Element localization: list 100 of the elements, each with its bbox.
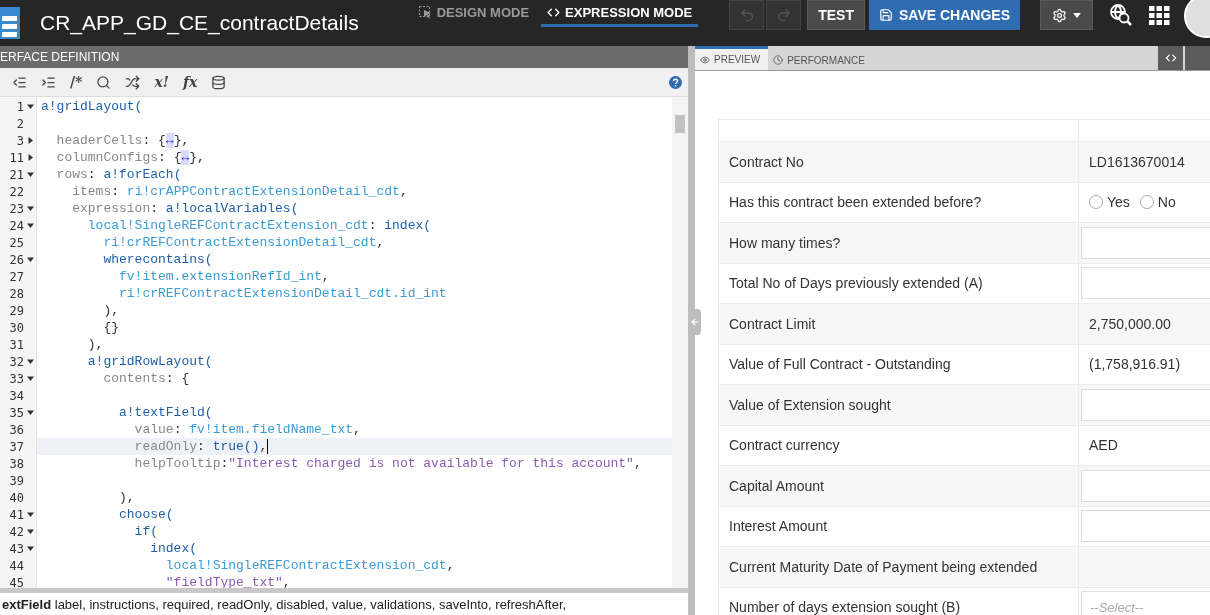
line-number: 44 [9,558,24,573]
line-number: 33 [9,371,24,386]
line-number: 23 [9,201,24,216]
mode-tab[interactable]: DESIGN MODE [412,0,536,27]
function-button[interactable]: fx [182,74,198,90]
settings-icon [1052,7,1067,23]
radio-button[interactable] [1089,195,1103,210]
line-number: 42 [9,524,24,539]
radio-option[interactable]: No [1139,194,1176,211]
fold-arrow-icon[interactable] [27,205,34,212]
input-field[interactable] [1081,510,1210,543]
undo-icon [738,7,755,23]
line-number: 21 [9,167,24,182]
code-line: fv!item.extensionRefId_int, [118,269,330,284]
code-line: helpTooltip:"Interest charged is not available for this account", [133,456,642,471]
code-line: a!gridLayout( [41,99,143,114]
field-value: 2,750,000.00 [1089,315,1171,332]
scrollbar[interactable] [672,97,688,588]
fold-arrow-icon[interactable] [27,103,34,110]
line-number: 1 [16,99,24,114]
fold-arrow-icon[interactable] [27,222,34,229]
input-field[interactable] [1081,469,1210,502]
code-line: a!textField( [118,405,213,420]
fold-arrow-icon[interactable] [27,511,34,518]
eye-icon [700,54,710,65]
save-icon [879,8,893,22]
panel-title: ERFACE DEFINITION [0,50,120,64]
fold-arrow-icon[interactable] [27,171,34,178]
field-value: LD1613670014 [1089,153,1185,170]
code-line: index( [149,541,198,556]
code-line: if( [133,524,159,539]
input-field[interactable] [1081,388,1210,421]
preview-tab[interactable]: PERFORMANCE [768,50,873,70]
settings-menu-button[interactable] [1040,0,1093,30]
line-number: 25 [9,235,24,250]
field-label: Value of Extension sought [729,396,891,413]
input-field[interactable] [1081,267,1210,300]
fold-arrow-icon[interactable] [27,409,34,416]
field-value: (1,758,916.91) [1089,356,1181,373]
radio-button[interactable] [1139,195,1154,210]
fold-arrow-icon[interactable] [27,154,34,161]
search-icon[interactable] [96,74,112,90]
input-field[interactable] [1081,226,1210,259]
line-number: 37 [9,439,24,454]
mode-tab[interactable]: EXPRESSION MODE [541,0,699,27]
line-number: 36 [9,422,24,437]
test-button[interactable]: TEST [807,0,865,30]
shuffle-icon[interactable] [125,74,141,90]
interface-title: CR_APP_GD_CE_contractDetails [40,11,359,35]
indent-icon[interactable] [41,74,56,90]
expand-width-icon [1163,51,1178,65]
line-number: 30 [9,320,24,335]
expand-width-button[interactable] [1158,46,1183,70]
line-number: 41 [9,507,24,522]
variable-button[interactable]: x! [154,74,169,90]
code-line: local!SingleREFContractExtension_cdt: index( [86,218,432,233]
line-number: 3 [16,133,24,148]
field-label: Interest Amount [729,518,828,535]
code-line: contents: { [102,371,190,386]
radio-option[interactable]: Yes [1089,194,1130,211]
arrow-left-icon [689,317,700,327]
line-number: 31 [9,337,24,352]
line-number: 2 [16,116,24,131]
code-line: ), [102,303,119,318]
field-label: Contract No [729,153,804,170]
outdent-icon[interactable] [12,74,27,90]
code-line: ), [86,337,104,352]
redo-icon [775,7,792,23]
fold-arrow-icon[interactable] [27,375,34,382]
code-line: "fieldType_txt", [164,575,291,588]
preview-tab[interactable]: PREVIEW [695,46,769,70]
code-line: readOnly: true(), [133,438,269,455]
line-number: 39 [9,473,24,488]
database-icon[interactable] [211,74,227,90]
line-number: 34 [9,388,24,403]
field-label: Current Maturity Date of Payment being extended [729,558,1038,575]
code-line: {} [102,320,119,335]
fold-arrow-icon[interactable] [27,358,34,365]
comment-button[interactable]: /* [70,74,83,90]
caret-icon [1073,12,1081,18]
fold-arrow-icon[interactable] [27,545,34,552]
line-number: 29 [9,303,24,318]
line-number: 32 [9,354,24,369]
fold-arrow-icon[interactable] [27,137,34,144]
help-icon[interactable] [669,75,682,89]
interface-icon [0,7,21,39]
field-label: Has this contract been extended before? [729,194,982,211]
code-line: ri!crREFContractExtensionDetail_cdt, [102,235,385,250]
line-number: 43 [9,541,24,556]
fold-arrow-icon[interactable] [27,528,34,535]
code-line: items: ri!crAPPContractExtensionDetail_cdt, [71,184,408,199]
field-value: AED [1089,437,1118,454]
field-label: Total No of Days previously extended (A) [729,275,983,292]
line-number: 45 [9,575,24,588]
save-button[interactable]: SAVE CHANGES [869,0,1020,30]
clock-icon [773,55,784,65]
fold-arrow-icon[interactable] [27,256,34,263]
field-label: Value of Full Contract - Outstanding [729,356,951,373]
field-label: How many times? [729,234,841,251]
field-label: Capital Amount [729,477,824,494]
